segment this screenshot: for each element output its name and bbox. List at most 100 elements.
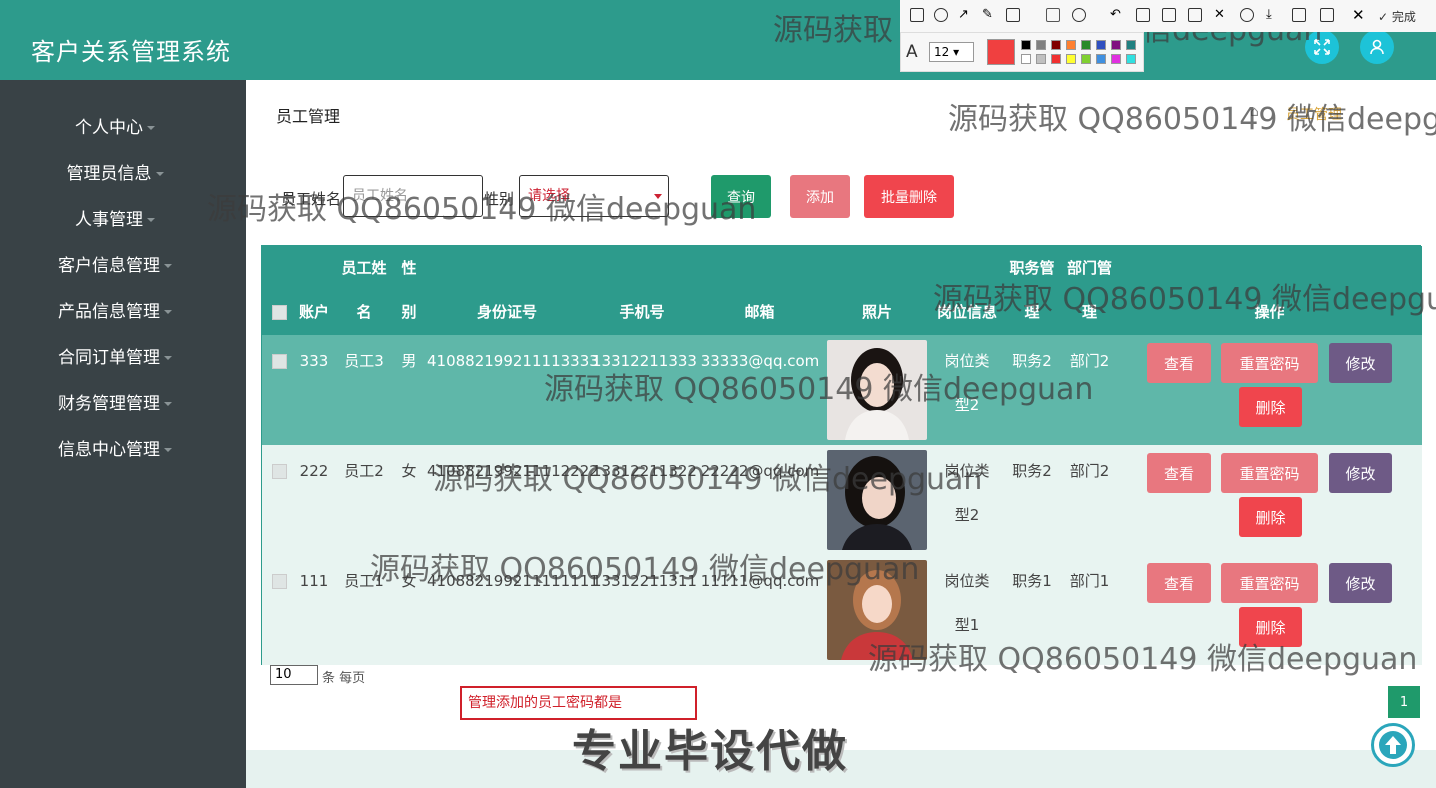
caret-down-icon <box>164 264 172 268</box>
caret-down-icon <box>164 402 172 406</box>
sidebar-item-product[interactable]: 产品信息管理 <box>0 297 230 322</box>
marker-tool-icon[interactable] <box>1072 8 1086 22</box>
caret-down-icon <box>164 310 172 314</box>
edit-button[interactable]: 修改 <box>1329 453 1392 493</box>
cell-gender: 男 <box>401 352 417 370</box>
row-checkbox[interactable] <box>272 464 287 479</box>
undo-icon[interactable]: ↶ <box>1110 8 1124 22</box>
col-gender-bottom: 别 <box>401 303 417 321</box>
color-swatch[interactable] <box>1081 54 1091 64</box>
color-swatch[interactable] <box>1081 40 1091 50</box>
view-button[interactable]: 查看 <box>1147 453 1211 493</box>
edit-button[interactable]: 修改 <box>1329 343 1392 383</box>
magic-icon[interactable]: ✕ <box>1214 8 1228 22</box>
page-button-current[interactable]: 1 <box>1388 686 1420 718</box>
watermark: 源码获取 QQ86050149 微信deepguan <box>948 102 1436 137</box>
text-tool-icon[interactable] <box>1046 8 1060 22</box>
promo-stamp: 专业毕设代做 <box>572 726 848 777</box>
copy-icon[interactable] <box>1292 8 1306 22</box>
user-icon[interactable] <box>1360 30 1394 64</box>
caret-down-icon <box>147 126 155 130</box>
font-size-value: 12 <box>934 45 950 59</box>
scroll-top-button[interactable] <box>1371 723 1415 767</box>
reset-password-button[interactable]: 重置密码 <box>1221 453 1318 493</box>
pen-tool-icon[interactable]: ✎ <box>982 8 996 22</box>
sidebar-item-admin-info[interactable]: 管理员信息 <box>0 159 230 184</box>
delete-button[interactable]: 删除 <box>1239 497 1302 537</box>
font-size-select[interactable]: 12 ▾ <box>929 42 974 62</box>
sidebar-item-label: 信息中心管理 <box>58 440 160 460</box>
delete-button[interactable]: 删除 <box>1239 387 1302 427</box>
sidebar-item-finance[interactable]: 财务管理管理 <box>0 389 230 414</box>
color-swatch[interactable] <box>1111 54 1121 64</box>
col-email: 邮箱 <box>744 303 775 321</box>
color-swatch[interactable] <box>1021 54 1031 64</box>
crop-icon[interactable] <box>1136 8 1150 22</box>
sidebar-item-hr[interactable]: 人事管理 <box>0 205 230 230</box>
reset-password-button[interactable]: 重置密码 <box>1221 343 1318 383</box>
color-swatch[interactable] <box>1126 40 1136 50</box>
sidebar-item-customer[interactable]: 客户信息管理 <box>0 251 230 276</box>
color-swatch[interactable] <box>1126 54 1136 64</box>
app-title: 客户关系管理系统 <box>31 38 231 66</box>
watermark: 源码获取 QQ86050149 微信deepguan <box>933 282 1436 317</box>
pin-icon[interactable] <box>1162 8 1176 22</box>
col-name-bottom: 名 <box>356 303 372 321</box>
cell-dept: 部门2 <box>1069 462 1110 480</box>
cell-duty: 职务1 <box>1012 572 1052 590</box>
col-photo: 照片 <box>861 303 892 321</box>
row-checkbox[interactable] <box>272 354 287 369</box>
sidebar-item-personal-center[interactable]: 个人中心 <box>0 113 230 138</box>
reset-password-button[interactable]: 重置密码 <box>1221 563 1318 603</box>
color-swatch[interactable] <box>1066 54 1076 64</box>
selected-color-swatch[interactable] <box>987 39 1015 65</box>
close-icon[interactable]: ✕ <box>1352 8 1366 23</box>
col-name-top: 员工姓 <box>341 259 387 277</box>
record-icon[interactable] <box>1240 8 1254 22</box>
watermark: 源码获取 QQ86050149 微信deepguan <box>207 192 757 227</box>
cell-position-line2: 型2 <box>954 506 980 524</box>
sidebar-item-label: 管理员信息 <box>66 164 152 184</box>
cell-name: 员工2 <box>344 462 384 480</box>
cell-account: 222 <box>299 462 329 480</box>
rectangle-tool-icon[interactable] <box>910 8 924 22</box>
color-swatch[interactable] <box>1036 54 1046 64</box>
done-button[interactable]: ✓ 完成 <box>1378 8 1416 25</box>
col-phone: 手机号 <box>619 303 665 321</box>
edit-button[interactable]: 修改 <box>1329 563 1392 603</box>
sidebar-item-label: 合同订单管理 <box>58 348 160 368</box>
batch-delete-button[interactable]: 批量删除 <box>864 175 954 218</box>
view-button[interactable]: 查看 <box>1147 343 1211 383</box>
color-swatch[interactable] <box>1036 40 1046 50</box>
sidebar-item-info-center[interactable]: 信息中心管理 <box>0 435 230 460</box>
col-account: 账户 <box>298 303 329 321</box>
color-swatch[interactable] <box>1051 40 1061 50</box>
color-swatch[interactable] <box>1051 54 1061 64</box>
sidebar-item-label: 客户信息管理 <box>58 256 160 276</box>
arrow-tool-icon[interactable]: ↗ <box>958 8 972 22</box>
row-checkbox[interactable] <box>272 574 287 589</box>
scan-icon[interactable] <box>1188 8 1202 22</box>
done-label: 完成 <box>1391 10 1416 24</box>
page-title: 员工管理 <box>276 107 341 126</box>
download-icon[interactable]: ⤓ <box>1266 8 1280 22</box>
color-swatch[interactable] <box>1066 40 1076 50</box>
select-all-checkbox[interactable] <box>272 305 287 320</box>
screenshot-toolbar: ↗ ✎ ↶ ✕ ⤓ ✕ ✓ 完成 <box>900 0 1436 32</box>
bookmark-icon[interactable] <box>1320 8 1334 22</box>
color-swatch[interactable] <box>1096 40 1106 50</box>
add-button[interactable]: 添加 <box>790 175 850 218</box>
sidebar-item-contract[interactable]: 合同订单管理 <box>0 343 230 368</box>
page-size-select[interactable]: 10 <box>270 665 318 685</box>
caret-down-icon <box>164 448 172 452</box>
cell-account: 333 <box>299 352 329 370</box>
view-button[interactable]: 查看 <box>1147 563 1211 603</box>
sidebar-item-label: 个人中心 <box>75 118 143 138</box>
mosaic-tool-icon[interactable] <box>1006 8 1020 22</box>
color-swatch[interactable] <box>1111 40 1121 50</box>
color-swatch[interactable] <box>1096 54 1106 64</box>
sidebar-item-label: 人事管理 <box>75 210 143 230</box>
color-swatch[interactable] <box>1021 40 1031 50</box>
ellipse-tool-icon[interactable] <box>934 8 948 22</box>
cell-gender: 女 <box>401 462 417 480</box>
